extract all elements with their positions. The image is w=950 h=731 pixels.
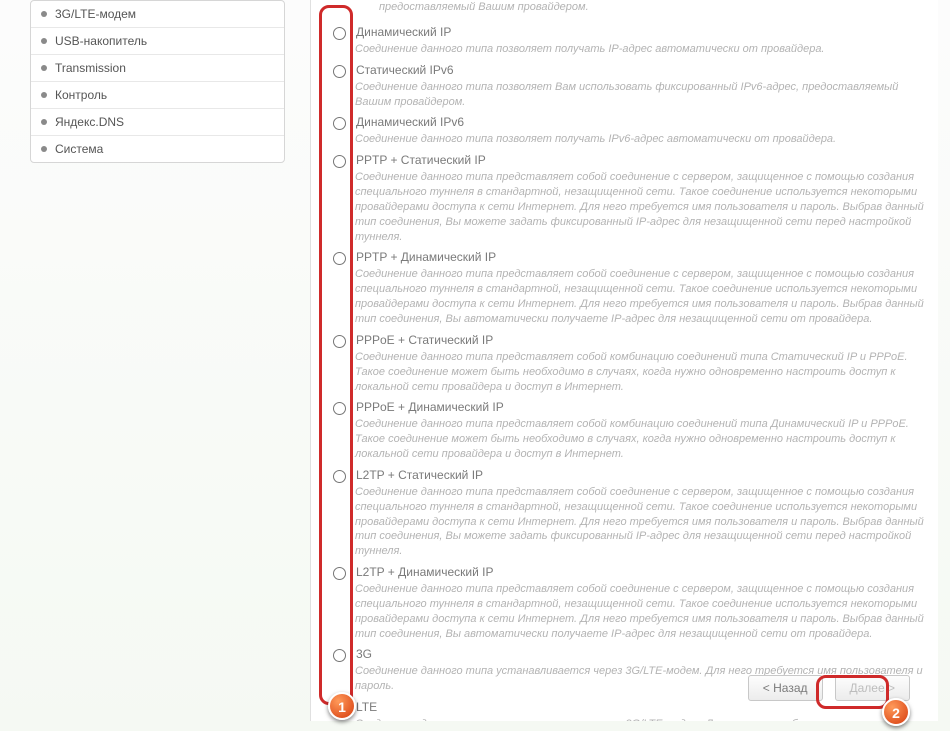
annotation-marker-1: 1 — [328, 692, 356, 720]
main-panel: предоставляемый Вашим провайдером. Динам… — [310, 0, 938, 721]
bullet-icon — [41, 119, 47, 125]
sidebar-item-control[interactable]: Контроль — [31, 82, 284, 109]
option-desc: Соединение данного типа представляет соб… — [331, 417, 928, 462]
sidebar-item-label: Яндекс.DNS — [55, 115, 124, 129]
connection-type-option[interactable]: Динамический IPv6 — [331, 115, 928, 130]
option-title: Динамический IPv6 — [356, 115, 928, 129]
option-title: Динамический IP — [356, 25, 928, 39]
connection-type-radio[interactable] — [333, 470, 346, 483]
sidebar-item-system[interactable]: Система — [31, 136, 284, 162]
connection-type-radio[interactable] — [333, 567, 346, 580]
sidebar-item-usb-storage[interactable]: USB-накопитель — [31, 28, 284, 55]
connection-type-radio[interactable] — [333, 649, 346, 662]
bullet-icon — [41, 146, 47, 152]
connection-type-radio[interactable] — [333, 155, 346, 168]
sidebar-item-label: Transmission — [55, 61, 126, 75]
option-title: PPTP + Статический IP — [356, 153, 928, 167]
option-desc: Соединение данного типа позволяет получа… — [331, 132, 928, 147]
sidebar-item-transmission[interactable]: Transmission — [31, 55, 284, 82]
wizard-buttons: < Назад Далее > — [748, 675, 910, 701]
option-desc: Соединение данного типа позволяет Вам ис… — [331, 80, 928, 110]
option-desc: Соединение данного типа представляет соб… — [331, 170, 928, 244]
option-title: L2TP + Статический IP — [356, 468, 928, 482]
sidebar-item-label: Контроль — [55, 88, 107, 102]
option-desc: Соединение данного типа представляет соб… — [331, 485, 928, 559]
connection-type-option[interactable]: Динамический IP — [331, 25, 928, 40]
sidebar-item-yandex-dns[interactable]: Яндекс.DNS — [31, 109, 284, 136]
option-title: LTE — [356, 700, 928, 714]
sidebar-item-3g-lte-modem[interactable]: 3G/LTE-модем — [31, 1, 284, 28]
connection-type-option[interactable]: PPPoE + Динамический IP — [331, 400, 928, 415]
option-desc: Соединение данного типа представляет соб… — [331, 267, 928, 326]
connection-type-option[interactable]: PPPoE + Статический IP — [331, 333, 928, 348]
connection-type-option[interactable]: PPTP + Динамический IP — [331, 250, 928, 265]
option-desc: Соединение данного типа представляет соб… — [331, 350, 928, 395]
option-title: PPTP + Динамический IP — [356, 250, 928, 264]
connection-type-radio[interactable] — [333, 252, 346, 265]
back-button[interactable]: < Назад — [748, 675, 823, 701]
bullet-icon — [41, 11, 47, 17]
option-title: PPPoE + Динамический IP — [356, 400, 928, 414]
option-title: 3G — [356, 647, 928, 661]
bullet-icon — [41, 92, 47, 98]
connection-type-radio[interactable] — [333, 117, 346, 130]
connection-type-option[interactable]: 3G — [331, 647, 928, 662]
bullet-icon — [41, 65, 47, 71]
option-desc: Соединение данного типа позволяет получа… — [331, 42, 928, 57]
option-title: PPPoE + Статический IP — [356, 333, 928, 347]
option-desc: Соединение данного типа устанавливается … — [331, 717, 928, 721]
bullet-icon — [41, 38, 47, 44]
connection-type-radio[interactable] — [333, 65, 346, 78]
option-title: Статический IPv6 — [356, 63, 928, 77]
sidebar: 3G/LTE-модем USB-накопитель Transmission… — [30, 0, 285, 163]
connection-type-radio[interactable] — [333, 335, 346, 348]
prev-option-desc-fragment: предоставляемый Вашим провайдером. — [331, 0, 928, 19]
sidebar-item-label: 3G/LTE-модем — [55, 7, 136, 21]
option-desc: Соединение данного типа представляет соб… — [331, 582, 928, 641]
connection-type-radio[interactable] — [333, 27, 346, 40]
connection-type-option[interactable]: PPTP + Статический IP — [331, 153, 928, 168]
connection-type-option[interactable]: LTE — [331, 700, 928, 715]
connection-type-radio[interactable] — [333, 402, 346, 415]
next-button[interactable]: Далее > — [835, 675, 911, 701]
annotation-marker-2: 2 — [882, 698, 910, 726]
connection-type-option[interactable]: L2TP + Динамический IP — [331, 565, 928, 580]
option-title: L2TP + Динамический IP — [356, 565, 928, 579]
connection-type-option[interactable]: L2TP + Статический IP — [331, 468, 928, 483]
sidebar-item-label: USB-накопитель — [55, 34, 147, 48]
sidebar-item-label: Система — [55, 142, 103, 156]
connection-type-option[interactable]: Статический IPv6 — [331, 63, 928, 78]
